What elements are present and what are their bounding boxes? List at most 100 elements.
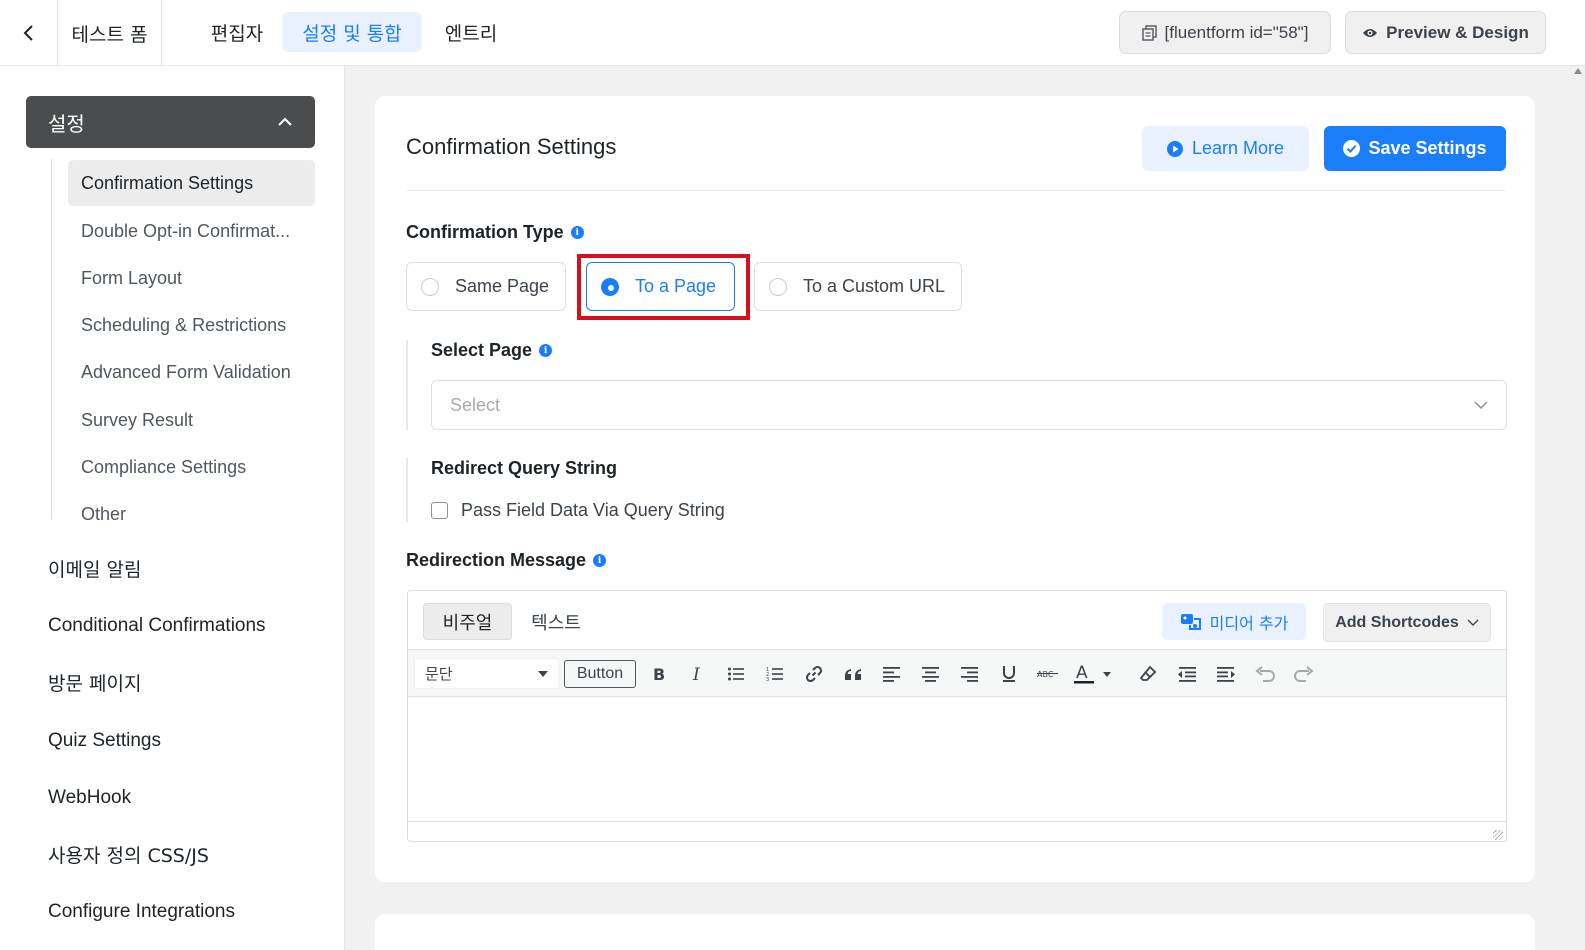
preview-design-label: Preview & Design xyxy=(1386,22,1529,42)
info-icon[interactable]: i xyxy=(570,226,584,239)
radio-circle-checked xyxy=(601,277,619,296)
radio-circle xyxy=(421,277,439,296)
underline-icon[interactable] xyxy=(993,658,1025,690)
svg-text:3: 3 xyxy=(766,677,769,682)
info-icon[interactable]: i xyxy=(593,554,607,567)
sidebar-item-email-notifications[interactable]: 이메일 알림 xyxy=(48,548,141,588)
bold-icon[interactable]: B xyxy=(642,658,674,690)
scroll-up-arrow[interactable] xyxy=(1574,68,1582,74)
select-page-label: Select Page i xyxy=(431,340,553,361)
align-left-icon[interactable] xyxy=(876,658,908,690)
select-page-dropdown[interactable]: Select xyxy=(431,380,1507,430)
checkbox-box[interactable] xyxy=(431,502,448,519)
sidebar-item-custom-css-js[interactable]: 사용자 정의 CSS/JS xyxy=(48,834,209,874)
shortcode-copy-button[interactable]: [fluentform id="58"] xyxy=(1119,11,1331,54)
sidebar-item-compliance[interactable]: Compliance Settings xyxy=(68,444,315,490)
sidebar-item-survey-result[interactable]: Survey Result xyxy=(68,397,315,443)
button-insert-tool[interactable]: Button xyxy=(564,660,636,688)
editor-status-bar xyxy=(408,821,1506,841)
redirection-message-text: Redirection Message xyxy=(406,550,587,570)
sidebar-item-advanced-validation[interactable]: Advanced Form Validation xyxy=(68,349,315,395)
learn-more-button[interactable]: Learn More xyxy=(1142,126,1309,171)
add-media-label: 미디어 추가 xyxy=(1209,613,1289,633)
sidebar-item-conditional-confirmations[interactable]: Conditional Confirmations xyxy=(48,606,266,646)
radio-same-page[interactable]: Same Page xyxy=(406,262,566,311)
outdent-icon[interactable] xyxy=(1171,658,1203,690)
blockquote-icon[interactable] xyxy=(837,658,869,690)
strikethrough-icon[interactable]: ABC xyxy=(1032,658,1064,690)
chevron-down-icon xyxy=(1474,401,1488,409)
sidebar-item-quiz-settings[interactable]: Quiz Settings xyxy=(48,721,161,761)
sidebar-item-confirmation-settings[interactable]: Confirmation Settings xyxy=(68,160,315,206)
group-indent-line xyxy=(406,340,408,430)
sidebar-item-double-optin[interactable]: Double Opt-in Confirmat... xyxy=(68,208,315,254)
back-button[interactable] xyxy=(0,0,58,66)
text-color-glyph: A xyxy=(1076,663,1088,683)
confirmation-type-label: Confirmation Type i xyxy=(406,222,584,243)
radio-to-a-page[interactable]: To a Page xyxy=(586,262,735,311)
page-title: Confirmation Settings xyxy=(406,134,617,159)
chevron-up-icon xyxy=(278,117,292,126)
numbered-list-icon[interactable]: 123 xyxy=(759,658,791,690)
add-shortcodes-dropdown[interactable]: Add Shortcodes xyxy=(1323,603,1491,642)
learn-more-label: Learn More xyxy=(1191,138,1285,158)
radio-custom-url[interactable]: To a Custom URL xyxy=(754,262,962,311)
undo-icon[interactable] xyxy=(1249,658,1281,690)
save-settings-button[interactable]: Save Settings xyxy=(1324,126,1506,171)
text-color-icon[interactable]: A xyxy=(1072,658,1116,690)
indent-icon[interactable] xyxy=(1210,658,1242,690)
redirect-query-label: Redirect Query String xyxy=(431,458,618,478)
preview-design-button[interactable]: Preview & Design xyxy=(1345,11,1546,54)
italic-icon[interactable]: I xyxy=(681,658,713,690)
info-icon[interactable]: i xyxy=(539,344,553,357)
settings-section-toggle[interactable]: 설정 xyxy=(26,96,315,148)
chevron-left-icon xyxy=(23,25,33,41)
sidebar-item-webhook[interactable]: WebHook xyxy=(48,778,131,818)
align-center-icon[interactable] xyxy=(915,658,947,690)
play-circle-icon xyxy=(1166,140,1183,157)
editor-mode-tabs: 비주얼 텍스트 미디어 추가 Add Shortcodes xyxy=(408,591,1506,649)
tab-editor[interactable]: 편집자 xyxy=(191,12,283,52)
media-icon xyxy=(1180,613,1201,630)
editor-content-area[interactable] xyxy=(408,697,1506,821)
link-icon[interactable] xyxy=(798,658,830,690)
tab-settings-integrations[interactable]: 설정 및 통합 xyxy=(282,12,422,52)
sidebar-item-scheduling[interactable]: Scheduling & Restrictions xyxy=(68,302,315,348)
paragraph-format-value: 문단 xyxy=(425,665,453,683)
align-right-icon[interactable] xyxy=(954,658,986,690)
add-shortcodes-label: Add Shortcodes xyxy=(1335,613,1459,631)
secondary-card xyxy=(375,914,1535,950)
pass-field-data-checkbox[interactable]: Pass Field Data Via Query String xyxy=(431,500,725,521)
bullet-list-icon[interactable] xyxy=(720,658,752,690)
header-divider xyxy=(406,190,1506,191)
confirmation-type-text: Confirmation Type xyxy=(406,222,564,242)
top-bar: 테스트 폼 편집자 설정 및 통합 엔트리 [fluentform id="58… xyxy=(0,0,1585,66)
confirmation-settings-card: Confirmation Settings Learn More Save Se… xyxy=(375,96,1535,882)
svg-text:B: B xyxy=(653,666,665,682)
radio-custom-url-label: To a Custom URL xyxy=(803,276,946,296)
caret-down-icon xyxy=(538,670,548,677)
add-media-button[interactable]: 미디어 추가 xyxy=(1162,603,1306,640)
tab-entries[interactable]: 엔트리 xyxy=(423,12,519,52)
rich-text-editor: 비주얼 텍스트 미디어 추가 Add Shortcodes 문단 Button … xyxy=(407,590,1507,842)
paragraph-format-select[interactable]: 문단 xyxy=(414,658,559,689)
eye-icon xyxy=(1363,28,1378,37)
tab-text[interactable]: 텍스트 xyxy=(518,603,594,640)
resize-handle-icon[interactable] xyxy=(1493,830,1503,840)
sidebar-item-landing-page[interactable]: 방문 페이지 xyxy=(48,662,141,702)
redo-icon[interactable] xyxy=(1288,658,1320,690)
sidebar-item-other[interactable]: Other xyxy=(68,491,315,537)
radio-circle xyxy=(769,277,787,296)
sidebar-item-form-layout[interactable]: Form Layout xyxy=(68,255,315,301)
group-indent-line xyxy=(406,458,408,522)
tab-visual[interactable]: 비주얼 xyxy=(423,603,512,640)
select-page-placeholder: Select xyxy=(450,394,501,415)
form-name: 테스트 폼 xyxy=(58,0,162,66)
clear-formatting-icon[interactable] xyxy=(1132,658,1164,690)
settings-sidebar: 설정 Confirmation Settings Double Opt-in C… xyxy=(0,66,345,950)
settings-section-title: 설정 xyxy=(48,111,85,136)
chevron-down-icon xyxy=(1467,619,1479,626)
copy-icon xyxy=(1141,24,1157,41)
redirection-message-label: Redirection Message i xyxy=(406,550,607,571)
sidebar-item-configure-integrations[interactable]: Configure Integrations xyxy=(48,892,235,932)
